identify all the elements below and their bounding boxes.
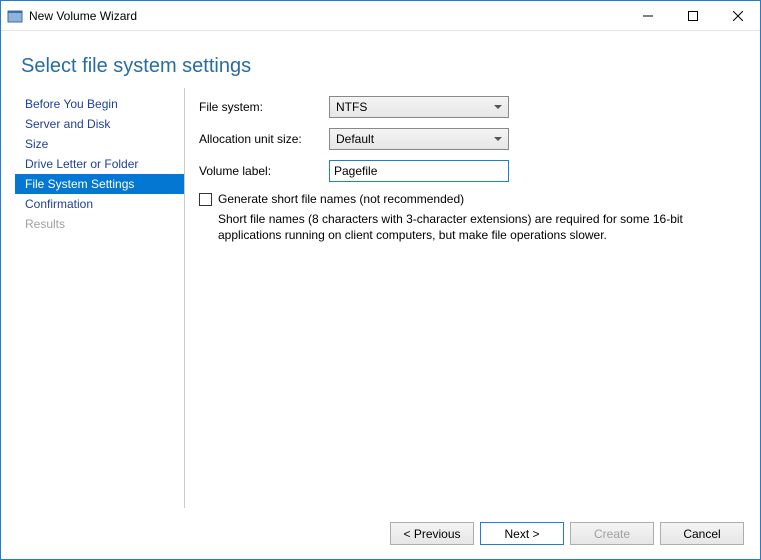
titlebar: New Volume Wizard — [1, 1, 760, 31]
create-button: Create — [570, 522, 654, 545]
sidebar-item-server-and-disk[interactable]: Server and Disk — [15, 114, 184, 134]
next-button[interactable]: Next > — [480, 522, 564, 545]
wizard-icon — [7, 8, 23, 24]
allocation-select[interactable]: Default — [329, 128, 509, 150]
volume-label-label: Volume label: — [199, 164, 329, 178]
body: Before You Begin Server and Disk Size Dr… — [1, 88, 760, 508]
footer: < Previous Next > Create Cancel — [1, 508, 760, 559]
chevron-down-icon — [494, 137, 502, 141]
window-buttons — [625, 1, 760, 30]
generate-short-checkbox[interactable] — [199, 193, 212, 206]
window-title: New Volume Wizard — [29, 9, 625, 23]
allocation-row: Allocation unit size: Default — [199, 128, 726, 150]
volume-label-row: Volume label: — [199, 160, 726, 182]
sidebar-item-results: Results — [15, 214, 184, 234]
page-title: Select file system settings — [1, 31, 760, 88]
sidebar-item-confirmation[interactable]: Confirmation — [15, 194, 184, 214]
allocation-label: Allocation unit size: — [199, 132, 329, 146]
close-button[interactable] — [715, 1, 760, 30]
sidebar-item-drive-letter[interactable]: Drive Letter or Folder — [15, 154, 184, 174]
maximize-button[interactable] — [670, 1, 715, 30]
main-panel: File system: NTFS Allocation unit size: … — [185, 88, 746, 508]
sidebar-item-before-you-begin[interactable]: Before You Begin — [15, 94, 184, 114]
generate-short-row: Generate short file names (not recommend… — [199, 192, 726, 206]
volume-label-input[interactable] — [329, 160, 509, 182]
allocation-value: Default — [336, 132, 374, 146]
helper-text: Short file names (8 characters with 3-ch… — [218, 212, 726, 243]
chevron-down-icon — [494, 105, 502, 109]
file-system-row: File system: NTFS — [199, 96, 726, 118]
sidebar-item-file-system-settings[interactable]: File System Settings — [15, 174, 184, 194]
cancel-button[interactable]: Cancel — [660, 522, 744, 545]
sidebar-item-size[interactable]: Size — [15, 134, 184, 154]
file-system-value: NTFS — [336, 100, 367, 114]
generate-short-label[interactable]: Generate short file names (not recommend… — [218, 192, 464, 206]
file-system-label: File system: — [199, 100, 329, 114]
minimize-button[interactable] — [625, 1, 670, 30]
sidebar: Before You Begin Server and Disk Size Dr… — [15, 88, 185, 508]
previous-button[interactable]: < Previous — [390, 522, 474, 545]
file-system-select[interactable]: NTFS — [329, 96, 509, 118]
